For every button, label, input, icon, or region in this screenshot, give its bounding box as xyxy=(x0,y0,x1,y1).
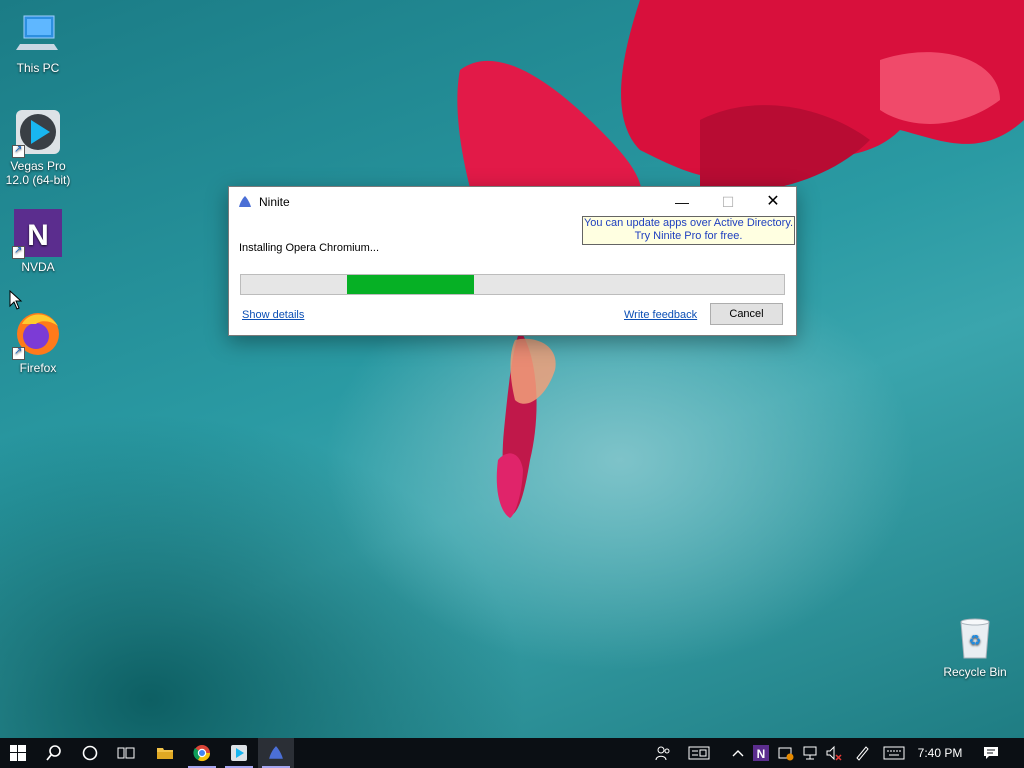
promo-tooltip[interactable]: You can update apps over Active Director… xyxy=(582,216,795,245)
chrome-button[interactable] xyxy=(184,738,220,768)
touch-keyboard-button[interactable] xyxy=(880,738,908,768)
news-icon xyxy=(688,746,710,760)
ninite-icon xyxy=(269,746,283,759)
progress-fill xyxy=(346,275,475,294)
firefox-icon xyxy=(12,310,62,360)
search-icon xyxy=(46,745,61,761)
desktop-icon-firefox[interactable]: Firefox xyxy=(0,310,76,375)
volume-muted-icon xyxy=(826,745,842,761)
mouse-cursor-icon xyxy=(9,290,23,310)
nvda-tray-icon: N xyxy=(753,745,769,761)
vegas-icon xyxy=(231,745,247,761)
svg-text:N: N xyxy=(27,219,49,252)
shortcut-arrow-icon xyxy=(12,345,25,360)
pen-workspace-button[interactable] xyxy=(850,738,874,768)
news-button[interactable] xyxy=(685,738,713,768)
nvda-tray-button[interactable]: N xyxy=(750,738,772,768)
ninite-icon xyxy=(239,196,251,207)
task-view-button[interactable] xyxy=(108,738,144,768)
tooltip-line-2: Try Ninite Pro for free. xyxy=(634,230,743,242)
file-explorer-button[interactable] xyxy=(147,738,183,768)
ninite-window: Ninite — ☐ ✕ You can update apps over Ac… xyxy=(228,186,797,336)
vegas-taskbar-button[interactable] xyxy=(221,738,257,768)
ninite-taskbar-button[interactable] xyxy=(258,738,294,768)
recycle-bin-icon: ♻ xyxy=(951,614,999,662)
close-button[interactable]: ✕ xyxy=(750,187,796,217)
shortcut-arrow-icon xyxy=(12,143,25,158)
tooltip-line-1: You can update apps over Active Director… xyxy=(583,217,794,229)
svg-text:♻: ♻ xyxy=(969,633,982,649)
windows-start-icon xyxy=(10,745,26,761)
network-tray-button[interactable] xyxy=(799,738,821,768)
desktop-icon-label: Vegas Pro 12.0 (64-bit) xyxy=(5,159,71,187)
desktop-icon-label: Recycle Bin xyxy=(943,665,1007,679)
cortana-icon xyxy=(82,745,98,761)
people-icon xyxy=(655,746,670,761)
svg-text:N: N xyxy=(757,747,766,761)
notification-icon xyxy=(984,747,998,759)
cancel-button[interactable]: Cancel xyxy=(710,303,783,325)
install-status: Installing Opera Chromium... xyxy=(239,242,379,254)
action-center-button[interactable] xyxy=(978,738,1004,768)
people-button[interactable] xyxy=(650,738,676,768)
shortcut-arrow-icon xyxy=(12,244,25,259)
nvda-icon: N xyxy=(12,209,62,259)
keyboard-icon xyxy=(883,746,905,760)
desktop-icon-nvda[interactable]: N NVDA xyxy=(0,209,76,274)
update-tray-button[interactable] xyxy=(774,738,798,768)
window-title: Ninite xyxy=(259,195,290,209)
desktop-icon-recycle-bin[interactable]: ♻ Recycle Bin xyxy=(937,614,1013,679)
taskbar-clock[interactable]: 7:40 PM xyxy=(912,738,968,768)
minimize-button[interactable]: — xyxy=(659,187,705,217)
volume-tray-button[interactable] xyxy=(823,738,845,768)
chrome-icon xyxy=(193,745,211,762)
start-button[interactable] xyxy=(0,738,36,768)
chevron-up-icon xyxy=(732,750,744,757)
progress-bar xyxy=(240,274,785,295)
taskbar: N 7:40 PM xyxy=(0,738,1024,768)
wallpaper-flower xyxy=(457,0,1024,518)
show-hidden-icons-button[interactable] xyxy=(728,738,748,768)
search-button[interactable] xyxy=(36,738,72,768)
desktop-icon-vegas-pro[interactable]: Vegas Pro 12.0 (64-bit) xyxy=(0,108,76,187)
desktop-icon-label: Firefox xyxy=(19,361,57,375)
desktop-icon-this-pc[interactable]: This PC xyxy=(0,10,76,75)
desktop-icon-label: This PC xyxy=(16,61,60,75)
cortana-button[interactable] xyxy=(72,738,108,768)
file-explorer-icon xyxy=(157,748,173,759)
vegas-pro-icon xyxy=(12,108,62,158)
this-pc-icon xyxy=(14,10,62,58)
desktop-icon-label: NVDA xyxy=(21,260,55,274)
task-view-icon xyxy=(117,747,135,759)
maximize-button[interactable]: ☐ xyxy=(705,187,751,217)
write-feedback-link[interactable]: Write feedback xyxy=(624,309,697,321)
update-icon xyxy=(778,747,794,761)
network-icon xyxy=(803,746,817,760)
pen-icon xyxy=(856,746,869,761)
show-details-link[interactable]: Show details xyxy=(242,309,304,321)
title-bar[interactable]: Ninite — ☐ ✕ xyxy=(229,187,796,217)
